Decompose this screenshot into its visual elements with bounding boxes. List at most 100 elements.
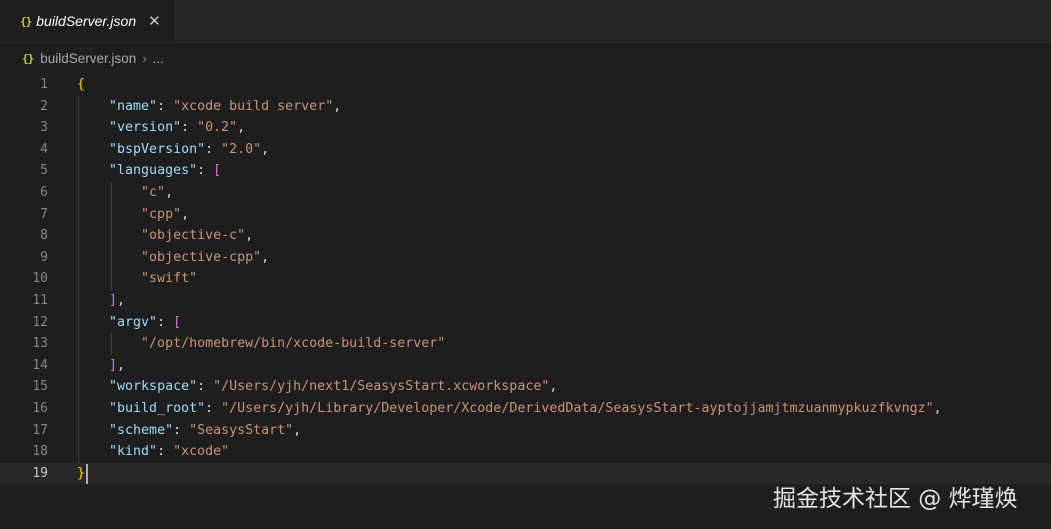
code-text: "objective-cpp",: [77, 247, 269, 269]
code-token: ,: [181, 206, 190, 222]
code-line[interactable]: 3 "version": "0.2",: [0, 117, 1051, 139]
code-token: "name": [109, 98, 158, 114]
code-token: "/opt/homebrew/bin/xcode-build-server": [141, 336, 446, 352]
code-editor[interactable]: 1{2 "name": "xcode build server", 3 "vers…: [0, 74, 1051, 529]
text-cursor: [86, 463, 88, 484]
code-token: "xcode": [173, 444, 230, 460]
breadcrumb-more[interactable]: ...: [153, 51, 164, 66]
code-token: "/Users/yjh/next1/SeasysStart.xcworkspac…: [213, 379, 550, 395]
code-line[interactable]: 2 "name": "xcode build server",: [0, 96, 1051, 118]
code-text: "swift": [77, 268, 197, 290]
code-text: "objective-c",: [77, 225, 253, 247]
code-text: "build_root": "/Users/yjh/Library/Develo…: [77, 398, 942, 420]
code-token: :: [205, 141, 222, 157]
code-token: "version": [109, 120, 182, 136]
code-line[interactable]: 11 ],: [0, 290, 1051, 312]
code-text: "scheme": "SeasysStart",: [77, 420, 301, 442]
code-token: "languages": [109, 163, 198, 179]
code-line[interactable]: 15 "workspace": "/Users/yjh/next1/Seasys…: [0, 376, 1051, 398]
tab-buildserver-json[interactable]: {} buildServer.json ✕: [0, 0, 176, 42]
code-token: ,: [293, 422, 302, 438]
code-text: "workspace": "/Users/yjh/next1/SeasysSta…: [77, 376, 557, 398]
code-token: "0.2": [197, 120, 238, 136]
code-token: "kind": [109, 444, 158, 460]
code-text: "version": "0.2",: [77, 117, 245, 139]
code-line[interactable]: 18 "kind": "xcode": [0, 441, 1051, 463]
line-number: 15: [32, 379, 48, 395]
code-token: "scheme": [109, 422, 174, 438]
code-line[interactable]: 9 "objective-cpp",: [0, 247, 1051, 269]
code-text: "c",: [77, 182, 173, 204]
line-number: 4: [40, 141, 48, 157]
code-text: "/opt/homebrew/bin/xcode-build-server": [77, 333, 445, 355]
json-file-icon: {}: [20, 14, 32, 28]
line-number: 8: [40, 228, 48, 244]
code-text: "argv": [: [77, 312, 181, 334]
code-token: "objective-c": [141, 228, 246, 244]
code-token: }: [77, 465, 86, 481]
code-line[interactable]: 13 "/opt/homebrew/bin/xcode-build-server…: [0, 333, 1051, 355]
code-token: ,: [333, 98, 342, 114]
code-token: ,: [117, 293, 126, 308]
code-token: ,: [261, 141, 270, 157]
code-line[interactable]: 1{: [0, 74, 1051, 96]
code-token: :: [197, 379, 214, 395]
line-number: 5: [40, 163, 48, 179]
code-token: ]: [109, 293, 118, 308]
code-token: :: [157, 444, 174, 460]
code-token: :: [157, 314, 174, 330]
code-token: "argv": [109, 314, 158, 330]
code-line[interactable]: 12 "argv": [: [0, 312, 1051, 334]
code-token: "c": [141, 185, 166, 200]
code-token: ,: [261, 249, 270, 265]
line-number: 17: [32, 422, 48, 438]
code-line[interactable]: 10 "swift": [0, 268, 1051, 290]
code-text: ],: [77, 355, 125, 377]
code-token: :: [197, 163, 214, 179]
line-number: 14: [32, 357, 48, 373]
code-line[interactable]: 16 "build_root": "/Users/yjh/Library/Dev…: [0, 398, 1051, 420]
code-token: :: [205, 401, 222, 416]
line-number: 1: [40, 77, 48, 92]
code-text: "kind": "xcode": [77, 441, 229, 463]
code-line[interactable]: 6 "c",: [0, 182, 1051, 204]
close-icon[interactable]: ✕: [148, 14, 161, 29]
chevron-right-icon: ›: [142, 50, 147, 66]
code-token: "workspace": [109, 379, 198, 395]
code-line[interactable]: 5 "languages": [: [0, 160, 1051, 182]
code-token: :: [173, 422, 190, 438]
line-number: 13: [32, 336, 48, 352]
tab-title: buildServer.json: [36, 13, 137, 29]
line-number: 18: [32, 444, 48, 460]
code-text: "languages": [: [77, 160, 221, 182]
line-number: 2: [40, 98, 48, 114]
code-token: ,: [933, 401, 942, 416]
code-token: ,: [549, 379, 558, 395]
breadcrumb-file[interactable]: buildServer.json: [40, 51, 136, 66]
code-line[interactable]: 4 "bspVersion": "2.0",: [0, 139, 1051, 161]
code-token: :: [157, 98, 174, 114]
code-token: "SeasysStart": [189, 422, 294, 438]
code-line[interactable]: 7 "cpp",: [0, 204, 1051, 226]
code-line[interactable]: 17 "scheme": "SeasysStart",: [0, 420, 1051, 442]
code-token: ,: [117, 357, 126, 373]
code-text: "name": "xcode build server",: [77, 96, 341, 118]
code-line[interactable]: 8 "objective-c",: [0, 225, 1051, 247]
code-token: ,: [237, 120, 246, 136]
watermark: 掘金技术社区 @ 烨瑾焕: [773, 486, 1018, 512]
line-number: 11: [32, 293, 48, 308]
code-token: [: [173, 314, 182, 330]
code-line[interactable]: 14 ],: [0, 355, 1051, 377]
